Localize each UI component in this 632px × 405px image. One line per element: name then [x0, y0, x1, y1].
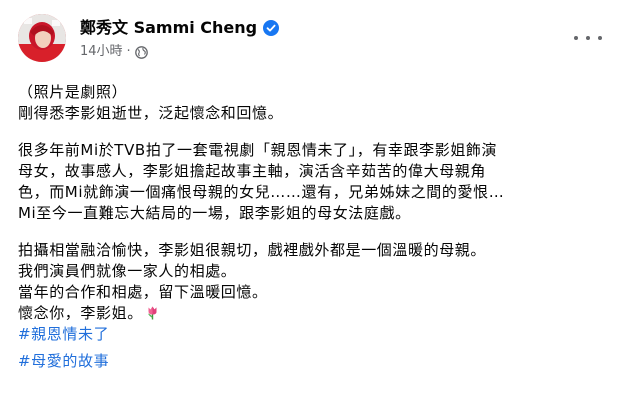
text-line: 拍攝相當融洽愉快，李影姐很親切，戲裡戲外都是一個溫暖的母親。 [18, 241, 487, 259]
text-line: 色，而Mi就飾演一個痛恨母親的女兒……還有，兄弟姊妹之間的愛恨… [18, 183, 505, 201]
text-line-with-emoji: 懷念你，李影姐。 [18, 303, 614, 324]
separator-dot: · [126, 44, 131, 59]
more-horizontal-icon [574, 36, 578, 40]
avatar[interactable] [18, 14, 66, 62]
paragraph-2: 很多年前Mi於TVB拍了一套電視劇「親恩情未了」，有幸跟李影姐飾演 母女，故事感… [18, 140, 614, 224]
text-line: 我們演員們就像一家人的相處。 [18, 262, 237, 280]
paragraph-3: 拍攝相當融洽愉快，李影姐很親切，戲裡戲外都是一個溫暖的母親。 我們演員們就像一家… [18, 240, 614, 345]
text-line: Mi至今一直難忘大結局的一場，跟李影姐的母女法庭戲。 [18, 204, 411, 222]
more-options-button[interactable] [574, 28, 602, 48]
text-line: 很多年前Mi於TVB拍了一套電視劇「親恩情未了」，有幸跟李影姐飾演 [18, 141, 498, 159]
post-content: （照片是劇照） 剛得悉李影姐逝世，泛起懷念和回憶。 很多年前Mi於TVB拍了一套… [18, 82, 614, 372]
hashtag-link[interactable]: #母愛的故事 [18, 351, 614, 372]
author-name[interactable]: 鄭秀文 Sammi Cheng [80, 18, 257, 38]
more-horizontal-icon [586, 36, 590, 40]
tulip-icon [145, 305, 160, 320]
verified-badge-icon [263, 20, 280, 36]
text-line: 剛得悉李影姐逝世，泛起懷念和回憶。 [18, 104, 284, 122]
text-line: （照片是劇照） [18, 83, 128, 101]
post-meta: 鄭秀文 Sammi Cheng 14小時 · [80, 14, 280, 60]
post-timestamp[interactable]: 14小時 [80, 44, 123, 60]
text-line: 當年的合作和相處，留下溫暖回憶。 [18, 283, 268, 301]
hashtag-link[interactable]: #親恩情未了 [18, 324, 614, 345]
text-line: 懷念你，李影姐。 [18, 304, 143, 322]
paragraph-1: （照片是劇照） 剛得悉李影姐逝世，泛起懷念和回憶。 [18, 82, 614, 124]
post-header: 鄭秀文 Sammi Cheng 14小時 · [18, 14, 614, 70]
author-row: 鄭秀文 Sammi Cheng [80, 18, 280, 38]
more-horizontal-icon [598, 36, 602, 40]
globe-icon[interactable] [134, 45, 148, 59]
text-line: 母女，故事感人，李影姐擔起故事主軸，演活含辛茹苦的偉大母親角 [18, 162, 487, 180]
post-time-row: 14小時 · [80, 44, 279, 60]
facebook-post: 鄭秀文 Sammi Cheng 14小時 · （照片是劇照） 剛得悉李影姐逝世，… [0, 0, 632, 405]
